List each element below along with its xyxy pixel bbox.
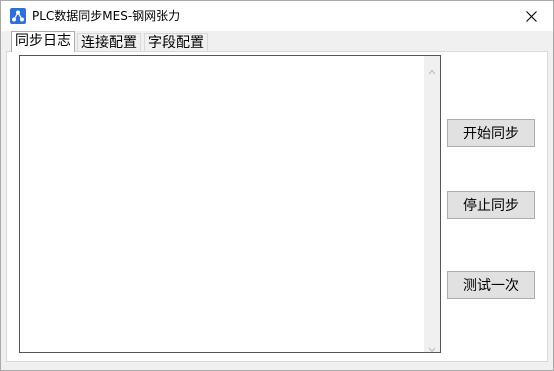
network-nodes-icon (10, 8, 26, 24)
tab-strip: 同步日志 连接配置 字段配置 (1, 31, 553, 53)
window-title: PLC数据同步MES-钢网张力 (32, 9, 181, 23)
stop-sync-button[interactable]: 停止同步 (447, 191, 535, 219)
test-once-button[interactable]: 测试一次 (447, 271, 535, 299)
scroll-down-arrow-icon[interactable] (428, 339, 436, 353)
close-icon (525, 7, 537, 26)
start-sync-button[interactable]: 开始同步 (447, 119, 535, 147)
tab-sync-log[interactable]: 同步日志 (11, 31, 75, 52)
tab-field-config[interactable]: 字段配置 (144, 33, 208, 51)
title-bar[interactable]: PLC数据同步MES-钢网张力 (1, 1, 553, 31)
scroll-up-arrow-icon[interactable] (428, 61, 436, 75)
sync-log-textbox[interactable] (19, 55, 441, 353)
app-window: PLC数据同步MES-钢网张力 同步日志 连接配置 字段配置 开始同步 停止同步… (0, 0, 554, 371)
log-vertical-scrollbar[interactable] (424, 56, 440, 353)
close-button[interactable] (509, 1, 553, 31)
tab-connection-config[interactable]: 连接配置 (77, 33, 141, 51)
